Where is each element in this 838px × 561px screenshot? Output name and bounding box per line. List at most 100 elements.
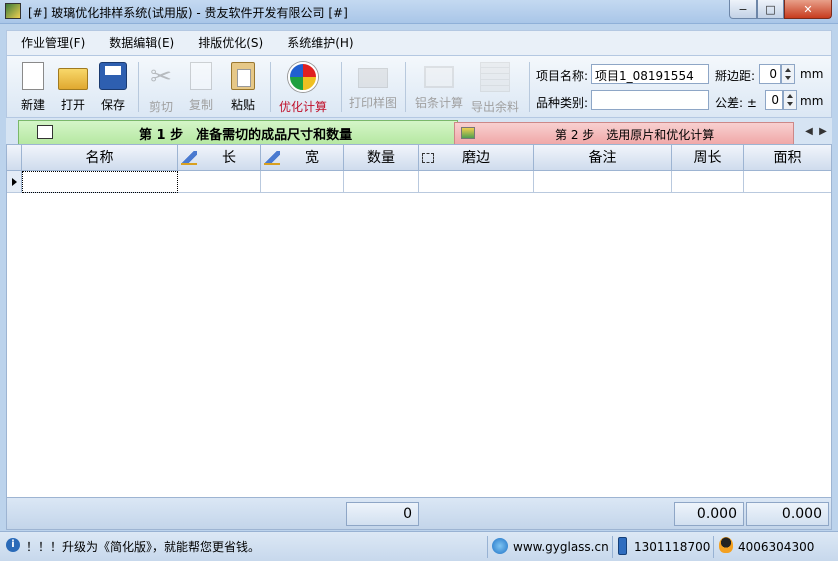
layers-icon xyxy=(37,125,53,139)
tolerance-input[interactable]: 0 xyxy=(765,90,783,110)
column-header-area[interactable]: 面积 xyxy=(744,145,831,171)
totals-bar: 0 0.000 0.000 xyxy=(6,498,832,530)
edge-distance-input[interactable]: 0 xyxy=(759,64,781,84)
cell-edging[interactable] xyxy=(419,171,534,193)
category-label: 品种类别: xyxy=(536,96,589,110)
cell-quantity[interactable] xyxy=(344,171,419,193)
maximize-button[interactable]: □ xyxy=(757,0,784,19)
browser-globe-icon xyxy=(492,538,508,554)
cell-width[interactable] xyxy=(261,171,344,193)
mobile-phone-icon xyxy=(618,537,627,555)
total-perimeter: 0.000 xyxy=(674,502,744,526)
toolbar-separator xyxy=(270,62,271,112)
dashed-square-icon xyxy=(422,153,434,163)
export-table-icon xyxy=(480,62,510,92)
print-button-label: 打印样图 xyxy=(348,96,397,110)
tab-step-2[interactable]: 第 2 步 选用原片和优化计算 xyxy=(454,122,794,144)
toolbar-separator xyxy=(405,62,406,112)
tolerance-unit: mm xyxy=(800,94,824,108)
qq-number: 4006304300 xyxy=(738,540,815,554)
toolbar: 新建 打开 保存 ✂ 剪切 复制 粘贴 优化计算 打印样图 铝条计算 导出余料 … xyxy=(6,56,832,118)
menu-system-maintenance[interactable]: 系统维护(H) xyxy=(275,32,365,54)
clipboard-icon xyxy=(231,62,255,90)
frame-icon xyxy=(424,66,454,88)
status-separator xyxy=(713,536,714,558)
open-folder-icon xyxy=(58,68,88,90)
tab-scroll-right-icon[interactable]: ▶ xyxy=(819,126,827,137)
paste-button[interactable]: 粘贴 xyxy=(223,60,263,114)
menu-bar: 作业管理(F) 数据编辑(E) 排版优化(S) 系统维护(H) xyxy=(6,30,832,56)
close-button[interactable]: ✕ xyxy=(784,0,832,19)
tab-step-2-label: 第 2 步 选用原片和优化计算 xyxy=(555,128,715,142)
save-button[interactable]: 保存 xyxy=(93,60,133,114)
column-header-length[interactable]: 长 xyxy=(178,145,261,171)
row-header-corner xyxy=(7,145,22,171)
column-header-length-label: 长 xyxy=(222,150,236,166)
project-name-label: 项目名称: xyxy=(536,69,589,83)
upgrade-message: ！！！升级为《简化版》，就能帮您更省钱。 xyxy=(26,540,261,554)
tolerance-label: 公差: ± xyxy=(715,96,757,110)
grid-header: 名称 长 宽 数量 磨边 备注 周长 面积 xyxy=(7,145,831,171)
copy-icon xyxy=(190,62,212,90)
export-button[interactable]: 导出余料 xyxy=(471,60,519,114)
column-header-name[interactable]: 名称 xyxy=(22,145,178,171)
title-bar: [#] 玻璃优化排样系统(试用版) - 贵友软件开发有限公司 [#] − □ ✕ xyxy=(0,0,838,24)
category-input[interactable] xyxy=(591,90,709,110)
optimize-button[interactable]: 优化计算 xyxy=(279,60,327,114)
status-separator xyxy=(487,536,488,558)
ruler-icon xyxy=(181,151,197,165)
paste-button-label: 粘贴 xyxy=(230,98,255,112)
info-icon: i xyxy=(6,538,20,552)
total-area: 0.000 xyxy=(746,502,829,526)
column-header-edging[interactable]: 磨边 xyxy=(419,145,534,171)
column-header-perimeter[interactable]: 周长 xyxy=(672,145,744,171)
cell-area[interactable] xyxy=(744,171,831,193)
optimize-button-label: 优化计算 xyxy=(278,100,327,114)
column-header-quantity[interactable]: 数量 xyxy=(344,145,419,171)
save-disk-icon xyxy=(99,62,127,90)
tab-step-1[interactable]: 第 1 步 准备需切的成品尺寸和数量 xyxy=(18,120,458,144)
edge-distance-spinner[interactable] xyxy=(781,64,795,84)
cell-remarks[interactable] xyxy=(534,171,672,193)
glass-sheets-icon xyxy=(461,127,475,139)
scissors-icon: ✂ xyxy=(150,62,172,92)
minimize-button[interactable]: − xyxy=(729,0,757,19)
website-link[interactable]: www.gyglass.cn xyxy=(513,535,609,559)
menu-layout-optimize[interactable]: 排版优化(S) xyxy=(186,32,275,54)
edge-distance-label: 掰边距: xyxy=(715,69,756,83)
column-header-width-label: 宽 xyxy=(305,150,319,166)
toolbar-separator xyxy=(529,62,530,112)
ruler-icon xyxy=(264,151,280,165)
table-row xyxy=(7,171,831,193)
product-grid: 名称 长 宽 数量 磨边 备注 周长 面积 xyxy=(6,144,832,498)
export-button-label: 导出余料 xyxy=(470,100,519,114)
phone-number: 1301118700 xyxy=(634,540,711,554)
column-header-remarks[interactable]: 备注 xyxy=(534,145,672,171)
column-header-width[interactable]: 宽 xyxy=(261,145,344,171)
status-separator xyxy=(612,536,613,558)
project-name-input[interactable]: 项目1_08191554 xyxy=(591,64,709,84)
tab-scroll-left-icon[interactable]: ◀ xyxy=(805,126,813,137)
status-bar: i ！！！升级为《简化版》，就能帮您更省钱。 www.gyglass.cn 13… xyxy=(0,531,838,561)
tolerance-spinner[interactable] xyxy=(783,90,797,110)
app-icon xyxy=(5,3,21,19)
new-document-icon xyxy=(22,62,44,90)
qq-penguin-icon xyxy=(719,537,733,553)
cell-length[interactable] xyxy=(178,171,261,193)
print-button[interactable]: 打印样图 xyxy=(349,60,397,114)
aluminum-button-label: 铝条计算 xyxy=(414,96,463,110)
cell-name[interactable] xyxy=(22,171,178,193)
printer-icon xyxy=(358,68,388,88)
tab-step-1-label: 第 1 步 准备需切的成品尺寸和数量 xyxy=(139,128,353,143)
cell-perimeter[interactable] xyxy=(672,171,744,193)
optimize-ball-icon xyxy=(288,62,318,92)
total-quantity: 0 xyxy=(346,502,419,526)
menu-job-management[interactable]: 作业管理(F) xyxy=(7,32,97,54)
edge-unit: mm xyxy=(800,67,824,81)
toolbar-separator xyxy=(341,62,342,112)
aluminum-button[interactable]: 铝条计算 xyxy=(415,60,463,114)
step-tabs: 第 1 步 准备需切的成品尺寸和数量 第 2 步 选用原片和优化计算 ◀ ▶ xyxy=(6,118,832,144)
column-header-edging-label: 磨边 xyxy=(462,150,490,166)
window-title: [#] 玻璃优化排样系统(试用版) - 贵友软件开发有限公司 [#] xyxy=(28,6,348,20)
menu-data-edit[interactable]: 数据编辑(E) xyxy=(97,32,186,54)
